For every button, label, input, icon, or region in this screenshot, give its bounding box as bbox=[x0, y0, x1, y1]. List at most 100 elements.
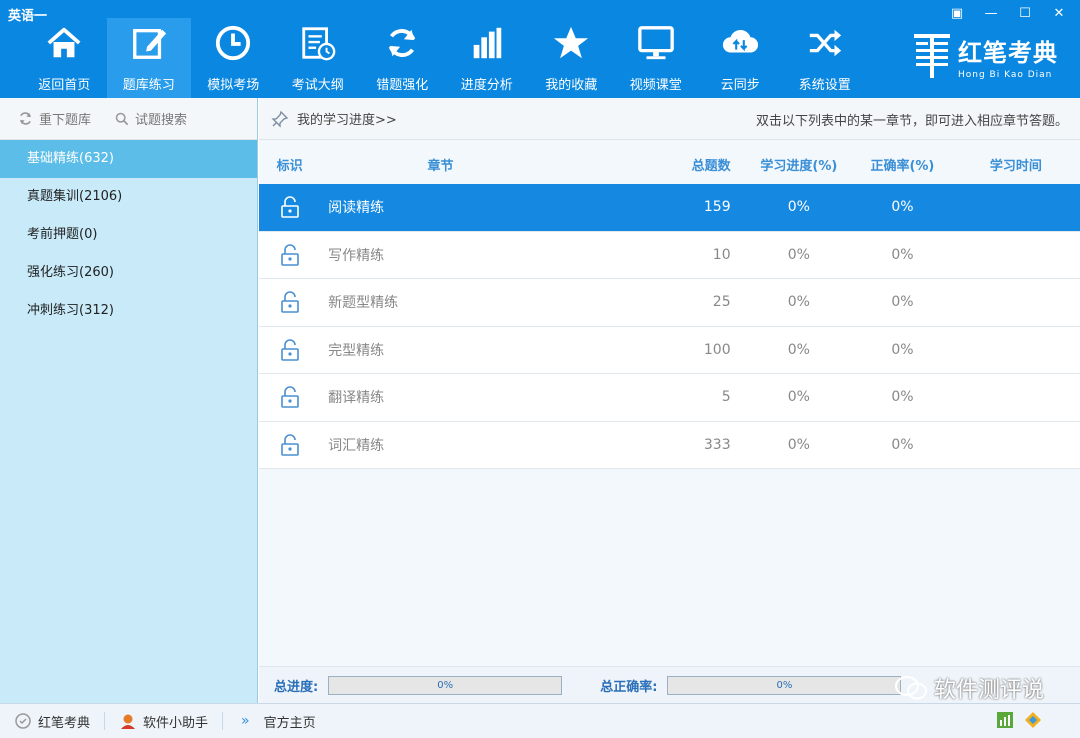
status-brand-label: 红笔考典 bbox=[38, 715, 91, 731]
divider bbox=[222, 712, 224, 730]
toolbar-label: 视频课堂 bbox=[629, 78, 682, 93]
status-item-assistant[interactable]: 软件小助手 bbox=[119, 712, 208, 731]
restore-icon[interactable]: ▣ bbox=[942, 2, 972, 24]
total-progress-label: 总进度: bbox=[274, 679, 319, 695]
toolbar-label: 错题强化 bbox=[376, 78, 429, 93]
toolbar-item-syllabus[interactable]: 考试大纲 bbox=[276, 18, 361, 98]
col-time: 学习时间 bbox=[989, 158, 1042, 174]
chapter-table: 标识 章节 总题数 学习进度(%) 正确率(%) 学习时间 阅读精练 159 0… bbox=[259, 144, 1080, 469]
row-total: 100 bbox=[703, 341, 731, 358]
minimize-icon[interactable]: — bbox=[976, 2, 1006, 24]
toolbar-item-home[interactable]: 返回首页 bbox=[22, 18, 107, 98]
unlock-icon bbox=[280, 339, 299, 361]
close-icon[interactable]: ✕ bbox=[1044, 2, 1074, 24]
row-mark bbox=[259, 290, 320, 314]
row-mark bbox=[259, 338, 320, 362]
home-icon bbox=[44, 22, 84, 64]
main-panel: 我的学习进度>> 双击以下列表中的某一章节，即可进入相应章节答题。 标识 章节 … bbox=[259, 98, 1080, 703]
sidebar-item-real-exams[interactable]: 真题集训(2106) bbox=[0, 178, 257, 216]
toolbar-label: 我的收藏 bbox=[545, 78, 598, 93]
toolbar-items: 返回首页 题库练习 模拟考场 考试大纲 错题强化 进度分析 我的收藏 视频课堂 … bbox=[22, 18, 867, 98]
row-progress: 0% bbox=[787, 246, 810, 263]
table-row[interactable]: 新题型精练 25 0% 0% bbox=[259, 279, 1080, 327]
brand-pinyin: Hong Bi Kao Dian bbox=[958, 69, 1053, 80]
row-accuracy: 0% bbox=[891, 199, 914, 216]
monitor-icon bbox=[636, 22, 676, 64]
sidebar-actions: 重下题库 试题搜索 bbox=[0, 98, 257, 140]
search-label: 试题搜索 bbox=[135, 113, 188, 128]
assistant-icon bbox=[121, 714, 136, 729]
sidebar-item-predict[interactable]: 考前押题(0) bbox=[0, 216, 257, 254]
toolbar-item-cloud-sync[interactable]: 云同步 bbox=[698, 18, 783, 98]
row-total: 10 bbox=[712, 246, 731, 263]
double-chevron-icon: » bbox=[241, 713, 250, 729]
col-total: 总题数 bbox=[691, 158, 731, 174]
row-progress: 0% bbox=[787, 389, 810, 406]
toolbar-item-mock-exam[interactable]: 模拟考场 bbox=[191, 18, 276, 98]
status-item-brand[interactable]: 红笔考典 bbox=[14, 712, 90, 731]
unlock-icon bbox=[280, 291, 299, 314]
status-assistant-label: 软件小助手 bbox=[143, 715, 209, 731]
unlock-icon bbox=[280, 196, 299, 219]
brand-logo: 红笔考典 Hong Bi Kao Dian bbox=[912, 30, 1058, 82]
col-progress: 学习进度(%) bbox=[760, 158, 838, 174]
toolbar-label: 模拟考场 bbox=[207, 78, 260, 93]
row-progress: 0% bbox=[787, 436, 810, 453]
row-chapter: 完型精练 bbox=[328, 342, 385, 359]
total-progress-value: 0% bbox=[437, 679, 454, 691]
cloud-sync-icon bbox=[720, 22, 760, 64]
redownload-button[interactable]: 重下题库 bbox=[18, 109, 91, 128]
col-accuracy: 正确率(%) bbox=[870, 158, 935, 174]
diamond-icon[interactable] bbox=[1024, 711, 1042, 729]
sidebar-item-basic[interactable]: 基础精练(632) bbox=[0, 140, 257, 178]
row-chapter: 阅读精练 bbox=[328, 200, 385, 217]
sidebar-list: 基础精练(632) 真题集训(2106) 考前押题(0) 强化练习(260) 冲… bbox=[0, 140, 257, 330]
total-accuracy-label: 总正确率: bbox=[600, 679, 658, 695]
watermark-text: 软件测评说 bbox=[933, 678, 1044, 703]
top-toolbar: 英语一 ▣ — ☐ ✕ 返回首页 题库练习 模拟考场 考试大纲 错题强化 进度分… bbox=[0, 0, 1080, 98]
row-accuracy: 0% bbox=[891, 246, 914, 263]
maximize-icon[interactable]: ☐ bbox=[1010, 2, 1040, 24]
chart-icon[interactable] bbox=[996, 711, 1014, 729]
table-row[interactable]: 翻译精练 5 0% 0% bbox=[259, 374, 1080, 422]
table-row[interactable]: 词汇精练 333 0% 0% bbox=[259, 421, 1080, 469]
sidebar-item-intensive[interactable]: 强化练习(260) bbox=[0, 254, 257, 292]
toolbar-label: 返回首页 bbox=[38, 78, 91, 93]
search-button[interactable]: 试题搜索 bbox=[115, 109, 187, 128]
toolbar-item-favorites[interactable]: 我的收藏 bbox=[529, 18, 614, 98]
status-item-homepage[interactable]: 官方主页 bbox=[264, 712, 316, 731]
toolbar-item-progress-analysis[interactable]: 进度分析 bbox=[445, 18, 530, 98]
row-total: 25 bbox=[712, 294, 731, 311]
unlock-icon bbox=[280, 386, 299, 409]
table-row[interactable]: 写作精练 10 0% 0% bbox=[259, 231, 1080, 279]
row-total: 159 bbox=[703, 199, 731, 216]
toolbar-item-wrong-questions[interactable]: 错题强化 bbox=[360, 18, 445, 98]
row-mark bbox=[259, 433, 320, 457]
redownload-label: 重下题库 bbox=[39, 113, 92, 128]
pin-icon bbox=[271, 110, 289, 128]
progress-bar-header: 我的学习进度>> 双击以下列表中的某一章节，即可进入相应章节答题。 bbox=[259, 98, 1080, 140]
star-icon bbox=[551, 22, 591, 64]
toolbar-label: 系统设置 bbox=[798, 78, 851, 93]
toolbar-label: 考试大纲 bbox=[291, 78, 344, 93]
toolbar-item-settings[interactable]: 系统设置 bbox=[783, 18, 868, 98]
my-progress-link[interactable]: 我的学习进度>> bbox=[297, 109, 397, 128]
table-row[interactable]: 阅读精练 159 0% 0% bbox=[259, 184, 1080, 232]
row-chapter: 翻译精练 bbox=[328, 390, 385, 407]
watermark: 软件测评说 bbox=[894, 672, 1044, 704]
row-accuracy: 0% bbox=[891, 294, 914, 311]
hint-text: 双击以下列表中的某一章节，即可进入相应章节答题。 bbox=[755, 114, 1068, 129]
total-accuracy-value: 0% bbox=[776, 679, 793, 691]
sidebar-item-sprint[interactable]: 冲刺练习(312) bbox=[0, 292, 257, 330]
toolbar-item-practice[interactable]: 题库练习 bbox=[106, 18, 191, 98]
shuffle-icon bbox=[805, 22, 845, 64]
toolbar-item-video-class[interactable]: 视频课堂 bbox=[614, 18, 699, 98]
wechat-icon bbox=[894, 676, 927, 700]
table-row[interactable]: 完型精练 100 0% 0% bbox=[259, 326, 1080, 374]
row-accuracy: 0% bbox=[891, 389, 914, 406]
sidebar: 重下题库 试题搜索 基础精练(632) 真题集训(2106) 考前押题(0) 强… bbox=[0, 98, 258, 703]
calendar-icon bbox=[298, 22, 338, 64]
toolbar-label: 题库练习 bbox=[122, 78, 175, 93]
refresh-icon bbox=[20, 112, 31, 125]
row-total: 333 bbox=[703, 436, 731, 453]
